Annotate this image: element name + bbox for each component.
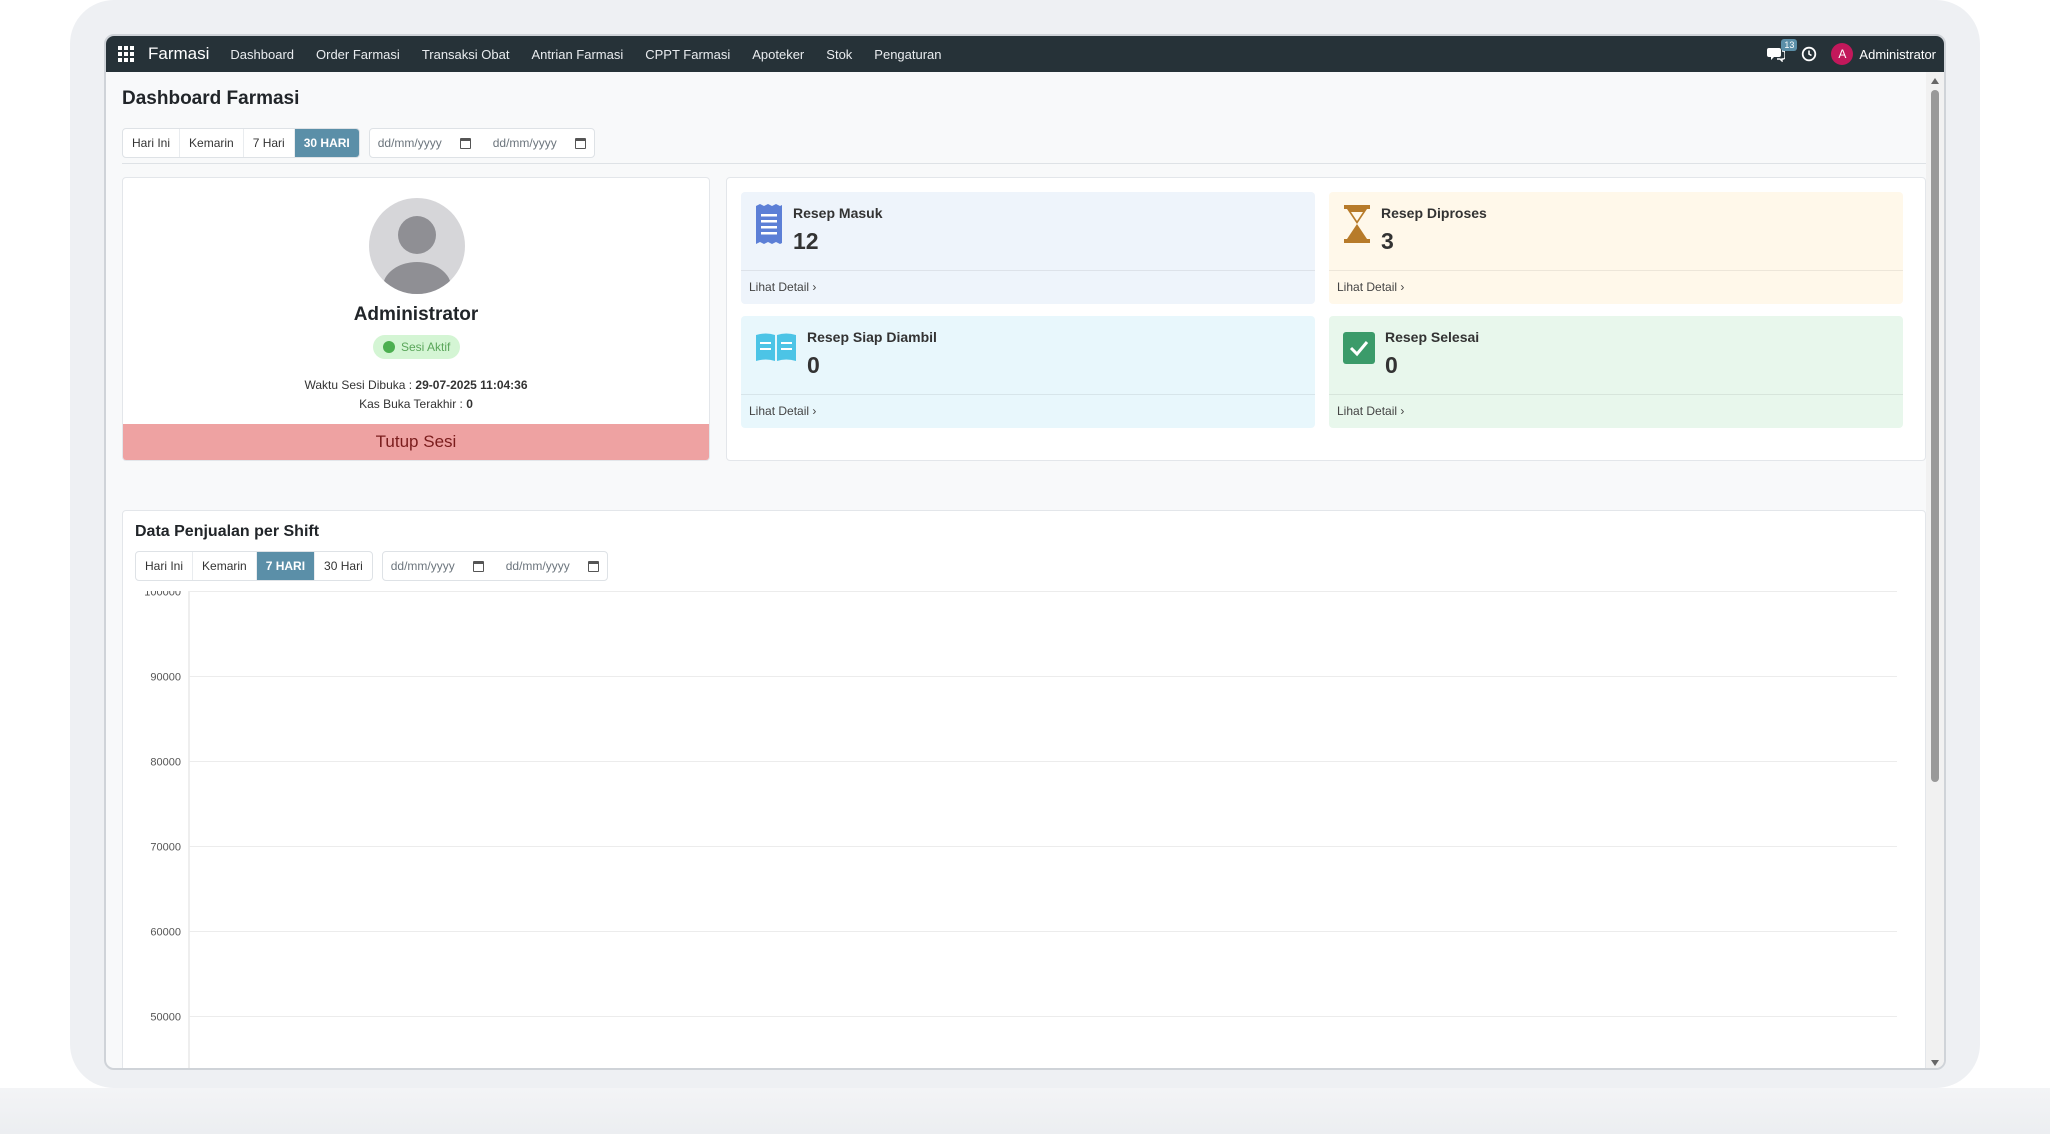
sales-per-shift-card: Data Penjualan per Shift Hari Ini Kemari… — [122, 510, 1926, 1068]
stat-label: Resep Diproses — [1381, 205, 1487, 221]
chat-count-badge: 13 — [1781, 39, 1798, 51]
profile-avatar — [369, 198, 465, 294]
chart-date-range-picker: dd/mm/yyyy dd/mm/yyyy — [381, 551, 608, 581]
view-detail-link[interactable]: Lihat Detail › — [749, 280, 816, 294]
close-session-button[interactable]: Tutup Sesi — [123, 424, 709, 460]
filter-30-hari[interactable]: 30 HARI — [294, 129, 359, 157]
chart-date-from-placeholder: dd/mm/yyyy — [390, 559, 455, 573]
chart-filter-kemarin[interactable]: Kemarin — [193, 552, 257, 580]
top-navbar: Farmasi Dashboard Order Farmasi Transaks… — [106, 36, 1944, 72]
chart-period-filter-group: Hari Ini Kemarin 7 HARI 30 Hari — [135, 551, 373, 581]
y-tick-label: 90000 — [150, 672, 181, 684]
chart-filter-7-hari[interactable]: 7 HARI — [256, 552, 316, 580]
nav-item-antrian-farmasi[interactable]: Antrian Farmasi — [520, 47, 634, 62]
hourglass-icon — [1341, 204, 1373, 244]
page-title: Dashboard Farmasi — [122, 88, 300, 109]
apps-grid-icon[interactable] — [118, 46, 136, 62]
date-from-field[interactable]: dd/mm/yyyy — [378, 136, 471, 150]
view-detail-link[interactable]: Lihat Detail › — [1337, 280, 1404, 294]
dashboard-filter-bar: Hari Ini Kemarin 7 Hari 30 HARI dd/mm/yy… — [122, 128, 595, 158]
session-status-text: Sesi Aktif — [401, 340, 451, 354]
session-status-badge: Sesi Aktif — [373, 335, 461, 359]
stat-card-resep-siap-diambil: Resep Siap Diambil 0 Lihat Detail › — [741, 316, 1315, 428]
user-menu[interactable]: Administrator — [1859, 47, 1936, 62]
sales-chart: 100000 90000 80000 70000 60000 50000 — [144, 591, 1897, 1068]
chart-date-to-field[interactable]: dd/mm/yyyy — [506, 559, 599, 573]
stat-card-resep-selesai: Resep Selesai 0 Lihat Detail › — [1329, 316, 1903, 428]
chart-filter-hari-ini[interactable]: Hari Ini — [136, 552, 194, 580]
brand-name[interactable]: Farmasi — [148, 44, 209, 64]
nav-item-transaksi-obat[interactable]: Transaksi Obat — [411, 47, 521, 62]
nav-item-cppt-farmasi[interactable]: CPPT Farmasi — [634, 47, 741, 62]
scroll-down-arrow-icon[interactable] — [1931, 1060, 1939, 1066]
stat-card-resep-diproses: Resep Diproses 3 Lihat Detail › — [1329, 192, 1903, 304]
y-tick-label: 80000 — [150, 757, 181, 769]
device-base — [0, 1088, 2050, 1134]
header-divider — [122, 163, 1926, 164]
date-from-placeholder: dd/mm/yyyy — [377, 136, 442, 150]
nav-item-apoteker[interactable]: Apoteker — [741, 47, 815, 62]
nav-item-stok[interactable]: Stok — [815, 47, 863, 62]
date-range-picker: dd/mm/yyyy dd/mm/yyyy — [368, 128, 595, 158]
y-tick-label: 60000 — [150, 927, 181, 939]
user-avatar[interactable]: A — [1831, 43, 1854, 65]
calendar-icon[interactable] — [472, 560, 484, 572]
status-dot-icon — [383, 341, 395, 353]
profile-name: Administrator — [353, 304, 479, 325]
nav-item-order-farmasi[interactable]: Order Farmasi — [305, 47, 411, 62]
calendar-icon[interactable] — [587, 560, 599, 572]
period-filter-group: Hari Ini Kemarin 7 Hari 30 HARI — [122, 128, 360, 158]
session-open-time: Waktu Sesi Dibuka : 29-07-2025 11:04:36 — [304, 378, 528, 392]
receipt-icon — [753, 204, 785, 244]
stat-label: Resep Siap Diambil — [807, 329, 937, 345]
stat-label: Resep Selesai — [1385, 329, 1480, 345]
chart-filter-30-hari[interactable]: 30 Hari — [315, 552, 372, 580]
stat-value: 3 — [1381, 228, 1394, 254]
stat-card-resep-masuk: Resep Masuk 12 Lihat Detail › — [741, 192, 1315, 304]
prescription-stats-panel: Resep Masuk 12 Lihat Detail › Resep Dipr… — [726, 177, 1926, 461]
chat-button[interactable]: 13 — [1767, 39, 1798, 63]
session-profile-card: Administrator Sesi Aktif Waktu Sesi Dibu… — [122, 177, 710, 461]
check-square-icon — [1341, 328, 1377, 368]
stat-value: 0 — [807, 352, 820, 378]
chart-filter-bar: Hari Ini Kemarin 7 HARI 30 Hari dd/mm/yy… — [135, 551, 608, 581]
y-tick-label: 50000 — [150, 1012, 181, 1024]
view-detail-link[interactable]: Lihat Detail › — [1337, 404, 1404, 418]
vertical-scrollbar[interactable] — [1926, 72, 1944, 1068]
stat-label: Resep Masuk — [793, 205, 883, 221]
navbar-right: 13 A Administrator — [1767, 39, 1936, 65]
book-icon — [753, 328, 799, 368]
last-cash-open: Kas Buka Terakhir : 0 — [359, 397, 473, 411]
filter-hari-ini[interactable]: Hari Ini — [123, 129, 181, 157]
nav-item-dashboard[interactable]: Dashboard — [219, 47, 305, 62]
date-to-placeholder: dd/mm/yyyy — [492, 136, 557, 150]
calendar-icon[interactable] — [574, 137, 586, 149]
chart-date-to-placeholder: dd/mm/yyyy — [505, 559, 570, 573]
calendar-icon[interactable] — [459, 137, 471, 149]
main-content: Dashboard Farmasi Hari Ini Kemarin 7 Har… — [106, 72, 1928, 1068]
view-detail-link[interactable]: Lihat Detail › — [749, 404, 816, 418]
filter-7-hari[interactable]: 7 Hari — [244, 129, 295, 157]
filter-kemarin[interactable]: Kemarin — [180, 129, 244, 157]
chart-section-title: Data Penjualan per Shift — [135, 523, 320, 540]
stat-value: 0 — [1385, 352, 1398, 378]
y-tick-label: 70000 — [150, 842, 181, 854]
app-screen: Farmasi Dashboard Order Farmasi Transaks… — [104, 34, 1946, 1070]
scroll-up-arrow-icon[interactable] — [1931, 78, 1939, 84]
y-tick-label: 100000 — [144, 591, 181, 599]
date-to-field[interactable]: dd/mm/yyyy — [493, 136, 586, 150]
stat-value: 12 — [793, 228, 819, 254]
nav-item-pengaturan[interactable]: Pengaturan — [863, 47, 952, 62]
scroll-thumb[interactable] — [1931, 90, 1939, 782]
chart-date-from-field[interactable]: dd/mm/yyyy — [391, 559, 484, 573]
clock-icon[interactable] — [1801, 46, 1817, 62]
